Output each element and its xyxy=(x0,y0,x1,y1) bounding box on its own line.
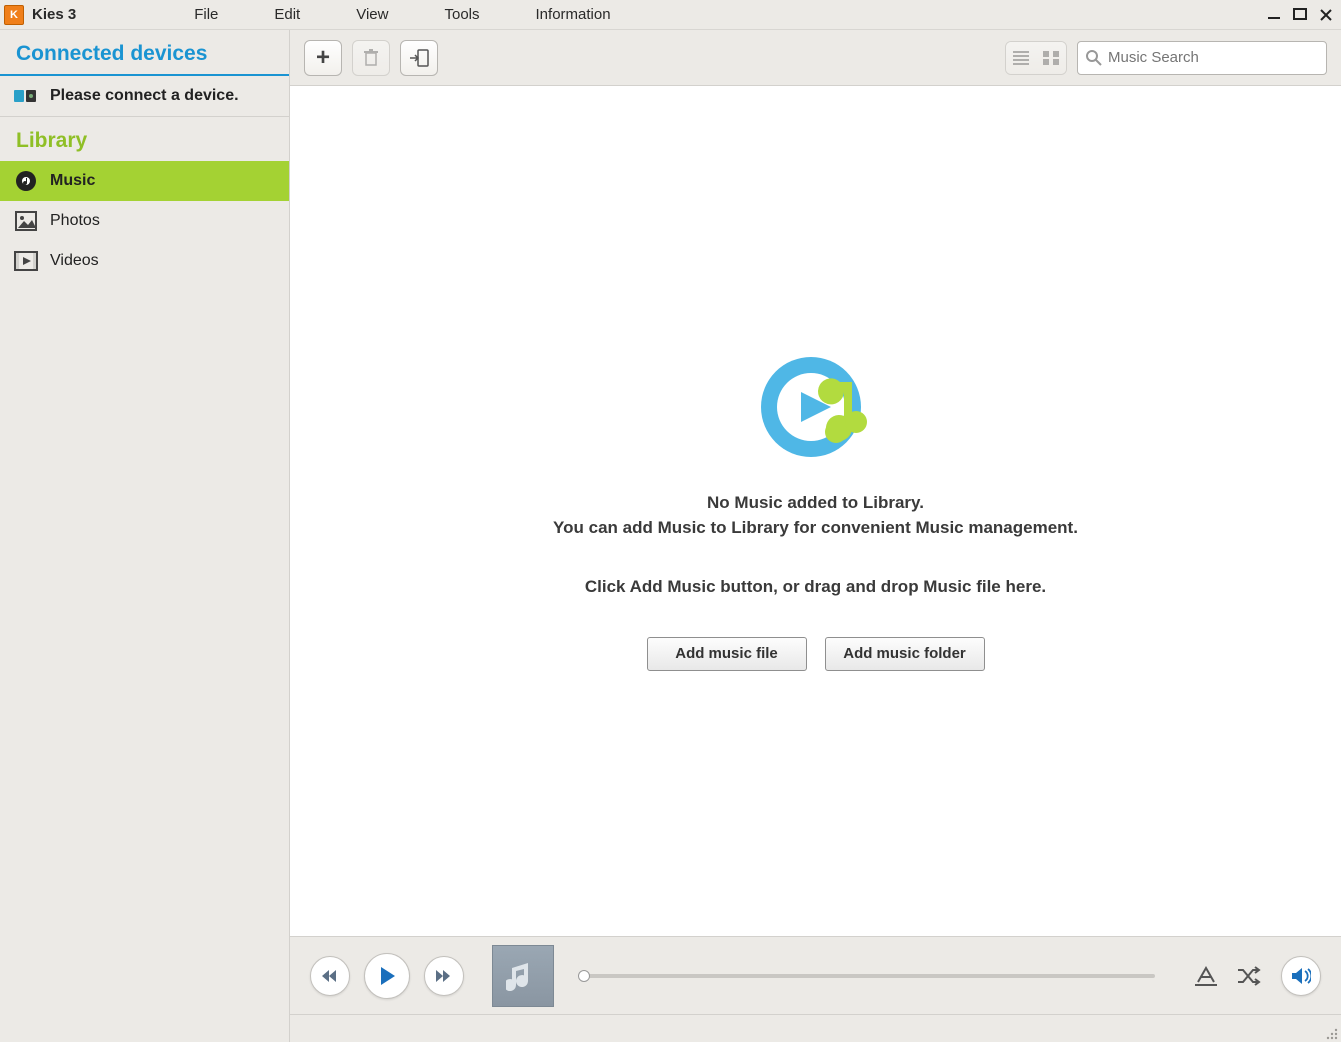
menu-information[interactable]: Information xyxy=(508,6,639,23)
content-toolbar: + xyxy=(290,30,1341,86)
volume-button[interactable] xyxy=(1281,956,1321,996)
grid-view-icon xyxy=(1036,42,1066,74)
playback-progress[interactable] xyxy=(582,974,1155,978)
transfer-icon xyxy=(409,49,429,67)
play-icon xyxy=(378,966,396,986)
empty-message: No Music added to Library. You can add M… xyxy=(553,490,1078,541)
search-icon xyxy=(1086,50,1102,66)
empty-line-1: No Music added to Library. xyxy=(553,490,1078,516)
list-view-icon xyxy=(1006,42,1036,74)
connect-device-label: Please connect a device. xyxy=(50,87,239,105)
videos-icon xyxy=(14,249,38,273)
previous-icon xyxy=(322,969,338,983)
sidebar-item-label: Music xyxy=(50,172,95,190)
search-field[interactable] xyxy=(1077,41,1327,75)
volume-icon xyxy=(1291,967,1311,985)
delete-button[interactable] xyxy=(352,40,390,76)
player-bar xyxy=(290,936,1341,1014)
shuffle-icon xyxy=(1237,966,1261,986)
sidebar-item-photos[interactable]: Photos xyxy=(0,201,289,241)
menu-view[interactable]: View xyxy=(328,6,416,23)
sidebar: Connected devices Please connect a devic… xyxy=(0,30,290,1042)
photos-icon xyxy=(14,209,38,233)
main-panel: + xyxy=(290,30,1341,1042)
transfer-to-device-button[interactable] xyxy=(400,40,438,76)
lyrics-icon xyxy=(1195,966,1217,986)
lyrics-button[interactable] xyxy=(1195,966,1217,986)
connect-device-prompt: Please connect a device. xyxy=(0,76,289,116)
album-art-placeholder xyxy=(492,945,554,1007)
menu-file[interactable]: File xyxy=(166,6,246,23)
resize-grip[interactable] xyxy=(1323,1025,1339,1041)
add-button[interactable]: + xyxy=(304,40,342,76)
next-icon xyxy=(436,969,452,983)
empty-state: No Music added to Library. You can add M… xyxy=(290,86,1341,936)
menu-edit[interactable]: Edit xyxy=(246,6,328,23)
empty-line-2: You can add Music to Library for conveni… xyxy=(553,515,1078,541)
library-header: Library xyxy=(0,117,289,161)
next-track-button[interactable] xyxy=(424,956,464,996)
maximize-button[interactable] xyxy=(1289,4,1311,26)
sidebar-item-label: Photos xyxy=(50,212,100,230)
previous-track-button[interactable] xyxy=(310,956,350,996)
empty-instruction: Click Add Music button, or drag and drop… xyxy=(585,577,1046,597)
trash-icon xyxy=(363,49,379,67)
menu-bar: K Kies 3 File Edit View Tools Informatio… xyxy=(0,0,1341,30)
app-icon: K xyxy=(4,5,24,25)
menu-tools[interactable]: Tools xyxy=(416,6,507,23)
app-window: K Kies 3 File Edit View Tools Informatio… xyxy=(0,0,1341,1042)
sidebar-item-music[interactable]: Music xyxy=(0,161,289,201)
add-music-file-button[interactable]: Add music file xyxy=(647,637,807,671)
add-music-folder-button[interactable]: Add music folder xyxy=(825,637,985,671)
close-button[interactable] xyxy=(1315,4,1337,26)
connected-devices-header: Connected devices xyxy=(0,30,289,76)
device-icon xyxy=(14,84,38,108)
empty-music-icon xyxy=(756,352,876,472)
shuffle-button[interactable] xyxy=(1237,966,1261,986)
music-note-icon xyxy=(506,959,540,993)
app-title: Kies 3 xyxy=(32,6,76,23)
view-toggle[interactable] xyxy=(1005,41,1067,75)
status-bar xyxy=(290,1014,1341,1042)
sidebar-item-label: Videos xyxy=(50,252,99,270)
search-input[interactable] xyxy=(1108,49,1318,66)
sidebar-item-videos[interactable]: Videos xyxy=(0,241,289,281)
minimize-button[interactable] xyxy=(1263,4,1285,26)
music-icon xyxy=(14,169,38,193)
play-button[interactable] xyxy=(364,953,410,999)
